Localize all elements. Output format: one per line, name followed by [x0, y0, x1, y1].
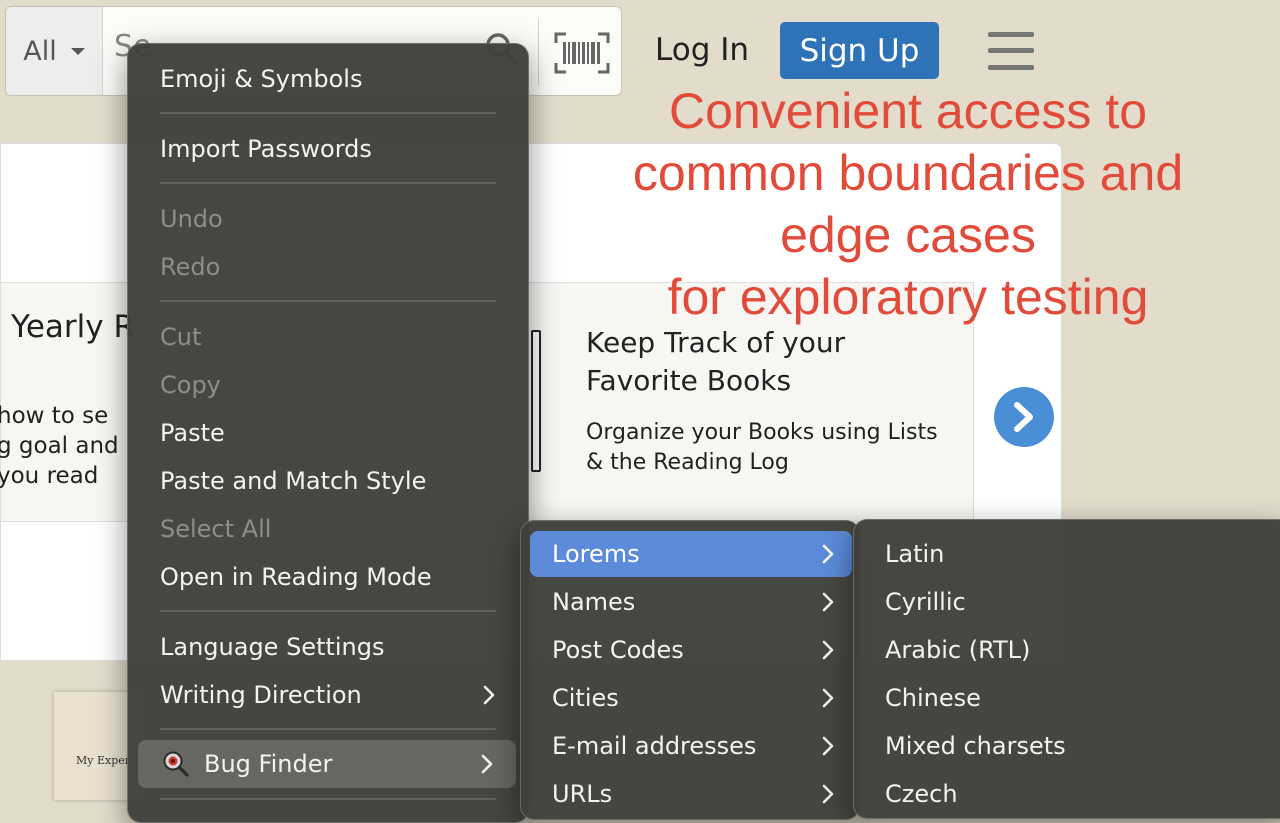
hamburger-menu-icon[interactable] — [988, 32, 1034, 70]
chevron-right-icon — [822, 544, 834, 564]
menu-item-reading-mode[interactable]: Open in Reading Mode — [128, 555, 528, 599]
submenu-item-cyrillic[interactable]: Cyrillic — [854, 580, 1280, 624]
annotation-line: Convenient access to — [668, 83, 1148, 139]
menu-separator — [160, 728, 496, 730]
menu-item-emoji-symbols[interactable]: Emoji & Symbols — [128, 57, 528, 101]
search-divider — [538, 19, 539, 85]
chevron-down-icon — [70, 47, 85, 55]
submenu-item-names[interactable]: Names — [521, 580, 859, 624]
book-cover-title: My Exper — [76, 754, 131, 767]
chevron-right-icon — [822, 592, 834, 612]
annotation-line: common boundaries and — [632, 145, 1184, 201]
card-description: Organize your Books using Lists & the Re… — [586, 420, 938, 475]
bug-finder-submenu: Lorems Names Post Codes Cities E-mail ad… — [520, 520, 860, 820]
annotation-line: edge cases — [780, 207, 1036, 263]
card-description: how to se g goal and you read — [0, 403, 119, 489]
menu-item-cut[interactable]: Cut — [128, 315, 528, 359]
menu-item-writing-direction[interactable]: Writing Direction — [128, 673, 528, 717]
chevron-right-icon — [483, 685, 495, 705]
chevron-right-icon — [822, 640, 834, 660]
bug-finder-icon — [163, 751, 189, 777]
menu-item-paste[interactable]: Paste — [128, 411, 528, 455]
submenu-item-lorems[interactable]: Lorems — [530, 531, 852, 577]
menu-item-select-all[interactable]: Select All — [128, 507, 528, 551]
menu-separator — [160, 112, 496, 114]
submenu-item-latin[interactable]: Latin — [854, 532, 1280, 576]
submenu-item-post-codes[interactable]: Post Codes — [521, 628, 859, 672]
book-illustration — [531, 330, 541, 472]
submenu-item-arabic-rtl[interactable]: Arabic (RTL) — [854, 628, 1280, 672]
carousel-next-button[interactable] — [994, 387, 1054, 447]
card-title: Yearly R — [11, 309, 135, 345]
submenu-item-urls[interactable]: URLs — [521, 772, 859, 816]
chevron-right-icon — [481, 754, 493, 774]
search-scope-label: All — [23, 35, 57, 67]
search-scope-select[interactable]: All — [6, 7, 103, 95]
submenu-item-czech[interactable]: Czech — [854, 772, 1280, 816]
card-title: Keep Track of your Favorite Books — [586, 326, 846, 397]
submenu-item-mixed-charsets[interactable]: Mixed charsets — [854, 724, 1280, 768]
menu-item-undo[interactable]: Undo — [128, 197, 528, 241]
chevron-right-icon — [822, 736, 834, 756]
chevron-right-icon — [822, 784, 834, 804]
login-link[interactable]: Log In — [655, 32, 749, 68]
submenu-item-chinese[interactable]: Chinese — [854, 676, 1280, 720]
barcode-icon[interactable] — [554, 31, 610, 75]
menu-separator — [160, 610, 496, 612]
annotation-line: for exploratory testing — [667, 269, 1149, 325]
context-menu: Emoji & Symbols Import Passwords Undo Re… — [127, 43, 529, 823]
menu-item-bug-finder[interactable]: Bug Finder — [138, 740, 516, 788]
lorems-submenu: Latin Cyrillic Arabic (RTL) Chinese Mixe… — [853, 519, 1280, 819]
menu-item-paste-match-style[interactable]: Paste and Match Style — [128, 459, 528, 503]
signup-button[interactable]: Sign Up — [780, 22, 939, 79]
menu-separator — [160, 300, 496, 302]
chevron-right-icon — [1014, 402, 1033, 432]
menu-separator — [160, 182, 496, 184]
chevron-right-icon — [822, 688, 834, 708]
menu-item-copy[interactable]: Copy — [128, 363, 528, 407]
submenu-item-cities[interactable]: Cities — [521, 676, 859, 720]
menu-item-redo[interactable]: Redo — [128, 245, 528, 289]
annotation-overlay: Convenient access to common boundaries a… — [600, 80, 1216, 328]
menu-item-language-settings[interactable]: Language Settings — [128, 625, 528, 669]
submenu-item-email-addresses[interactable]: E-mail addresses — [521, 724, 859, 768]
menu-item-import-passwords[interactable]: Import Passwords — [128, 127, 528, 171]
